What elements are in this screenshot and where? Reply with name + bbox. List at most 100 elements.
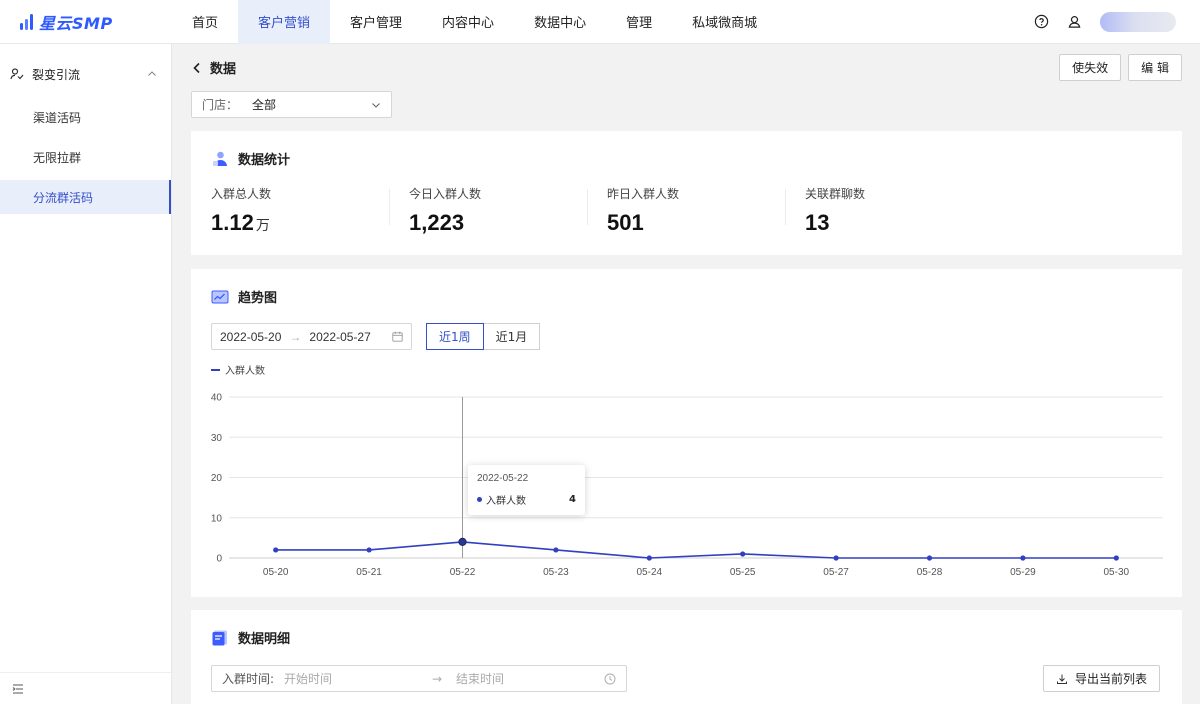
stat-label: 关联群聊数 bbox=[805, 187, 866, 201]
stat-label: 今日入群人数 bbox=[409, 187, 482, 201]
store-select-value: 全部 bbox=[252, 98, 277, 112]
page-title: 数据 bbox=[210, 62, 237, 77]
end-time-input[interactable]: 结束时间 bbox=[456, 670, 504, 687]
y-tick-label: 30 bbox=[211, 433, 223, 444]
sidebar-group-label: 裂变引流 bbox=[32, 67, 81, 82]
range-week-button[interactable]: 近1周 bbox=[426, 323, 484, 350]
nav-item-data[interactable]: 数据中心 bbox=[514, 0, 606, 44]
store-select[interactable]: 门店： 全部 bbox=[191, 91, 392, 118]
sidebar-item-split-group-code[interactable]: 分流群活码 bbox=[0, 180, 171, 214]
page-header: 数据 bbox=[192, 58, 236, 77]
x-tick-label: 05-20 bbox=[263, 567, 289, 578]
stat-yesterday: 昨日入群人数 501 bbox=[587, 185, 785, 235]
x-tick-label: 05-29 bbox=[1010, 567, 1036, 578]
stat-value: 501 bbox=[607, 210, 644, 235]
nav-item-admin[interactable]: 管理 bbox=[606, 0, 672, 44]
back-arrow-icon[interactable] bbox=[192, 62, 202, 74]
data-point bbox=[740, 551, 746, 557]
calendar-icon bbox=[392, 331, 403, 342]
logo[interactable]: 星云SMP bbox=[0, 0, 172, 44]
range-arrow-icon: → bbox=[289, 329, 302, 344]
data-point bbox=[458, 537, 467, 546]
nav-item-mall[interactable]: 私域微商城 bbox=[672, 0, 777, 44]
stats-card-title: 数据统计 bbox=[211, 149, 290, 168]
data-point bbox=[926, 555, 933, 561]
tooltip-series-name: 入群人数 bbox=[486, 496, 526, 507]
store-select-label: 门店： bbox=[202, 98, 239, 112]
data-point bbox=[1020, 555, 1026, 561]
x-tick-label: 05-28 bbox=[917, 567, 943, 578]
stat-value: 13 bbox=[805, 210, 830, 235]
x-tick-label: 05-22 bbox=[450, 567, 476, 578]
nav-item-marketing[interactable]: 客户营销 bbox=[238, 0, 331, 44]
x-tick-label: 05-21 bbox=[356, 567, 382, 578]
x-tick-label: 05-30 bbox=[1104, 567, 1130, 578]
export-label: 导出当前列表 bbox=[1074, 672, 1147, 686]
stat-today: 今日入群人数 1,223 bbox=[389, 185, 587, 235]
trend-card-title-text: 趋势图 bbox=[238, 291, 278, 306]
start-time-input[interactable]: 开始时间 bbox=[284, 670, 332, 687]
data-point bbox=[646, 555, 652, 561]
y-tick-label: 0 bbox=[216, 554, 222, 565]
nav-item-customers[interactable]: 客户管理 bbox=[330, 0, 422, 44]
trend-chart-icon bbox=[211, 290, 229, 303]
trend-card: 趋势图 2022-05-20 → 2022-05-27 近1周 近1月 入群人数… bbox=[191, 269, 1182, 597]
stat-groups: 关联群聊数 13 bbox=[785, 185, 983, 235]
logo-text: 星云SMP bbox=[39, 13, 113, 33]
data-point bbox=[1113, 555, 1119, 561]
data-point bbox=[273, 547, 279, 553]
stat-total: 入群总人数 1.12 万 bbox=[191, 185, 389, 235]
date-end[interactable]: 2022-05-27 bbox=[309, 330, 370, 344]
nav-item-content[interactable]: 内容中心 bbox=[422, 0, 514, 44]
stat-unit: 万 bbox=[255, 217, 270, 233]
user-avatar[interactable] bbox=[1100, 11, 1176, 32]
main-nav: 首页 客户营销 客户管理 内容中心 数据中心 管理 私域微商城 bbox=[172, 0, 777, 44]
x-tick-label: 05-27 bbox=[823, 567, 849, 578]
logo-mark-icon bbox=[20, 13, 33, 30]
join-time-label: 入群时间: bbox=[222, 672, 275, 686]
chevron-up-icon bbox=[148, 71, 156, 76]
tooltip-series-dot bbox=[477, 497, 482, 502]
chevron-down-icon bbox=[372, 102, 380, 108]
trend-line-chart[interactable]: 0 10 20 30 40 05-20 05-21 05-22 05-23 05-24 05-25 0… bbox=[191, 387, 1182, 587]
data-point bbox=[553, 547, 559, 553]
clock-icon bbox=[604, 673, 616, 684]
export-list-button[interactable]: 导出当前列表 bbox=[1042, 665, 1160, 692]
detail-card: 数据明细 入群时间: 开始时间 → 结束时间 导出当前列表 bbox=[191, 610, 1182, 704]
chart-tooltip: 2022-05-22 入群人数 4 bbox=[468, 465, 585, 515]
chart-legend[interactable]: 入群人数 bbox=[211, 362, 265, 377]
date-range-picker[interactable]: 2022-05-20 → 2022-05-27 bbox=[211, 323, 412, 350]
fission-icon bbox=[10, 68, 24, 80]
user-icon[interactable] bbox=[1067, 14, 1082, 29]
data-point bbox=[833, 555, 839, 561]
sidebar-item-unlimited-group[interactable]: 无限拉群 bbox=[0, 140, 171, 174]
x-tick-label: 05-24 bbox=[637, 567, 663, 578]
download-icon bbox=[1056, 674, 1067, 684]
detail-card-title-text: 数据明细 bbox=[238, 632, 291, 647]
stats-card: 数据统计 入群总人数 1.12 万 今日入群人数 1,223 昨日入群人数 501… bbox=[191, 131, 1182, 255]
range-toggle: 近1周 近1月 bbox=[426, 323, 541, 350]
legend-label: 入群人数 bbox=[225, 366, 265, 377]
stat-label: 入群总人数 bbox=[211, 187, 272, 201]
sidebar-item-channel-code[interactable]: 渠道活码 bbox=[0, 100, 171, 134]
x-tick-label: 05-23 bbox=[543, 567, 569, 578]
sidebar: 裂变引流 渠道活码 无限拉群 分流群活码 bbox=[0, 44, 172, 704]
stat-label: 昨日入群人数 bbox=[607, 187, 680, 201]
stat-value: 1.12 万 bbox=[211, 210, 270, 235]
tooltip-value: 4 bbox=[569, 494, 576, 505]
join-time-filter[interactable]: 入群时间: 开始时间 → 结束时间 bbox=[211, 665, 627, 692]
series-line bbox=[275, 541, 1117, 559]
y-tick-label: 40 bbox=[211, 393, 223, 404]
edit-button[interactable]: 编 辑 bbox=[1128, 54, 1182, 81]
sidebar-group-fission[interactable]: 裂变引流 bbox=[0, 44, 171, 104]
main-content: 数据 使失效 编 辑 门店： 全部 数据统计 入群总人数 1.12 万 今日入群… bbox=[172, 44, 1200, 704]
invalidate-button[interactable]: 使失效 bbox=[1059, 54, 1122, 81]
sidebar-collapse[interactable] bbox=[0, 672, 171, 704]
x-tick-label: 05-25 bbox=[730, 567, 756, 578]
help-icon[interactable] bbox=[1034, 14, 1049, 29]
date-start[interactable]: 2022-05-20 bbox=[220, 330, 281, 344]
y-tick-label: 10 bbox=[211, 513, 223, 524]
nav-item-home[interactable]: 首页 bbox=[172, 0, 238, 44]
range-month-button[interactable]: 近1月 bbox=[482, 323, 541, 350]
detail-card-title: 数据明细 bbox=[211, 628, 290, 647]
